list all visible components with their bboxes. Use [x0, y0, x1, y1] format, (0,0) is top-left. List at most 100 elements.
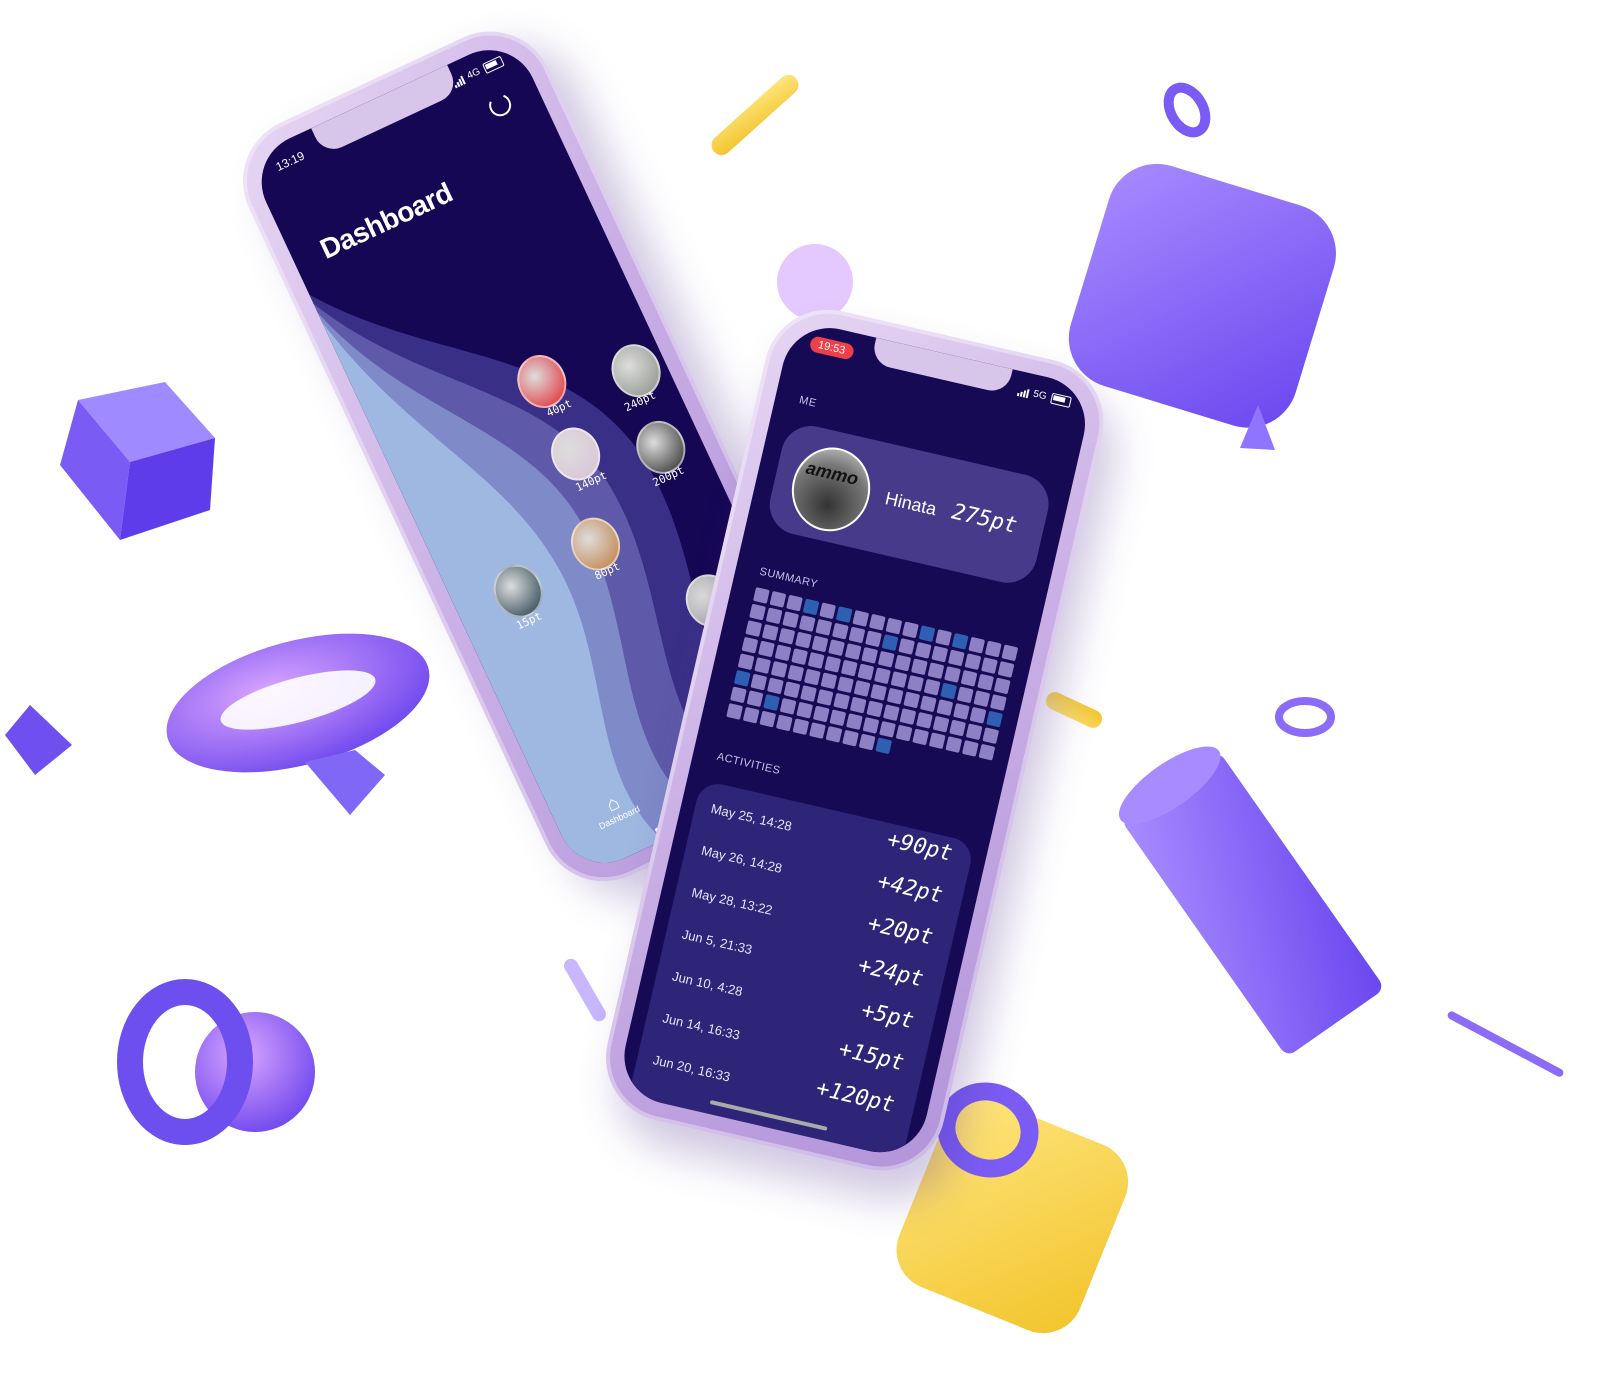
summary-cell — [865, 630, 882, 648]
summary-cell — [927, 662, 945, 680]
summary-cell — [749, 603, 766, 621]
summary-section-label: SUMMARY — [758, 565, 820, 591]
summary-cell — [868, 613, 886, 631]
summary-cell — [750, 673, 768, 691]
summary-cell — [969, 706, 987, 724]
summary-cell — [787, 664, 805, 682]
summary-cell — [754, 657, 772, 674]
summary-cell — [993, 677, 1011, 695]
summary-cell — [964, 653, 982, 671]
summary-cell — [775, 714, 793, 732]
activity-date: Jun 20, 16:33 — [651, 1052, 732, 1085]
avatar-text: ammo — [804, 457, 861, 489]
summary-cell — [882, 704, 900, 722]
summary-cell — [965, 723, 983, 741]
summary-cell — [782, 611, 800, 629]
me-card[interactable]: ammo Hinata 275pt — [763, 420, 1055, 589]
summary-cell — [796, 701, 814, 719]
summary-cell — [795, 631, 812, 649]
user-points: 275pt — [949, 499, 1020, 539]
summary-cell — [968, 636, 986, 654]
activity-date: Jun 10, 4:28 — [670, 968, 744, 1000]
summary-cell — [849, 696, 867, 714]
pyramid-shape — [5, 705, 72, 775]
summary-cell — [932, 715, 950, 733]
summary-cell — [919, 695, 937, 713]
summary-cell — [958, 757, 975, 774]
summary-cell — [907, 675, 924, 692]
network-type: 4G — [465, 66, 483, 82]
summary-cell — [824, 655, 842, 673]
summary-cell — [874, 667, 891, 685]
summary-cell — [877, 650, 895, 668]
summary-cell — [758, 640, 775, 658]
summary-cell — [811, 635, 829, 653]
summary-cell — [892, 741, 909, 758]
summary-cell — [746, 690, 764, 708]
tab-dashboard[interactable]: ⌂ Dashboard — [573, 778, 658, 839]
signal-icon — [451, 74, 466, 89]
yellow-stick-shape — [711, 74, 799, 156]
summary-cell — [779, 697, 797, 715]
summary-cell — [956, 686, 974, 704]
summary-cell — [890, 671, 908, 688]
summary-cell — [815, 618, 833, 636]
summary-cell — [828, 639, 845, 657]
cube-shape — [60, 382, 215, 540]
cylinder-shape — [1118, 746, 1382, 1054]
summary-cell — [809, 722, 826, 739]
summary-cell — [935, 629, 952, 646]
summary-cell — [807, 652, 825, 669]
summary-cell — [989, 694, 1007, 711]
summary-cell — [925, 749, 942, 766]
activity-list: May 25, 14:28 +90pt May 26, 14:28 +42pt May … — [628, 779, 976, 1159]
summary-cell — [902, 621, 919, 639]
summary-cell — [903, 691, 921, 709]
mockup-scene: 13:19 4G Dashboard 40pt 240pt 140pt 200pt 80… — [0, 0, 1605, 1374]
summary-cell — [984, 640, 1002, 658]
summary-cell — [741, 636, 759, 654]
summary-cell — [848, 626, 866, 644]
summary-cell — [899, 708, 917, 725]
summary-cell — [812, 705, 830, 723]
summary-cell — [960, 669, 978, 687]
summary-cell — [858, 733, 876, 751]
summary-cell — [953, 703, 970, 720]
summary-cell — [840, 659, 858, 677]
summary-cell — [792, 718, 810, 736]
summary-cell — [769, 590, 787, 608]
summary-cell — [761, 624, 779, 641]
activity-date: Jun 5, 21:33 — [680, 926, 754, 958]
summary-cell — [857, 663, 875, 681]
summary-cell — [866, 700, 884, 718]
summary-cell — [778, 627, 796, 645]
summary-cell — [936, 699, 954, 717]
summary-cell — [829, 709, 847, 727]
summary-cell — [895, 724, 913, 742]
signal-icon — [1016, 386, 1030, 398]
summary-cell — [853, 680, 871, 697]
summary-cell — [945, 736, 963, 753]
summary-cell — [737, 653, 755, 671]
summary-cell — [726, 703, 744, 720]
summary-cell — [786, 594, 803, 612]
summary-cell — [947, 649, 965, 667]
activity-points: +5pt — [858, 997, 917, 1035]
summary-cell — [730, 686, 747, 704]
summary-cell — [923, 678, 941, 696]
summary-cell — [918, 625, 936, 643]
summary-cell — [942, 753, 959, 770]
summary-cell — [819, 602, 837, 620]
summary-cell — [977, 673, 995, 691]
summary-cell — [752, 587, 770, 604]
summary-cell — [944, 666, 961, 683]
summary-cell — [833, 692, 851, 710]
summary-cell — [861, 646, 879, 664]
summary-cell — [973, 690, 991, 708]
summary-cell — [982, 727, 1000, 745]
summary-cell — [803, 668, 821, 686]
battery-icon — [482, 55, 505, 75]
summary-cell — [765, 607, 783, 625]
summary-cell — [791, 648, 808, 666]
summary-cell — [885, 617, 903, 635]
